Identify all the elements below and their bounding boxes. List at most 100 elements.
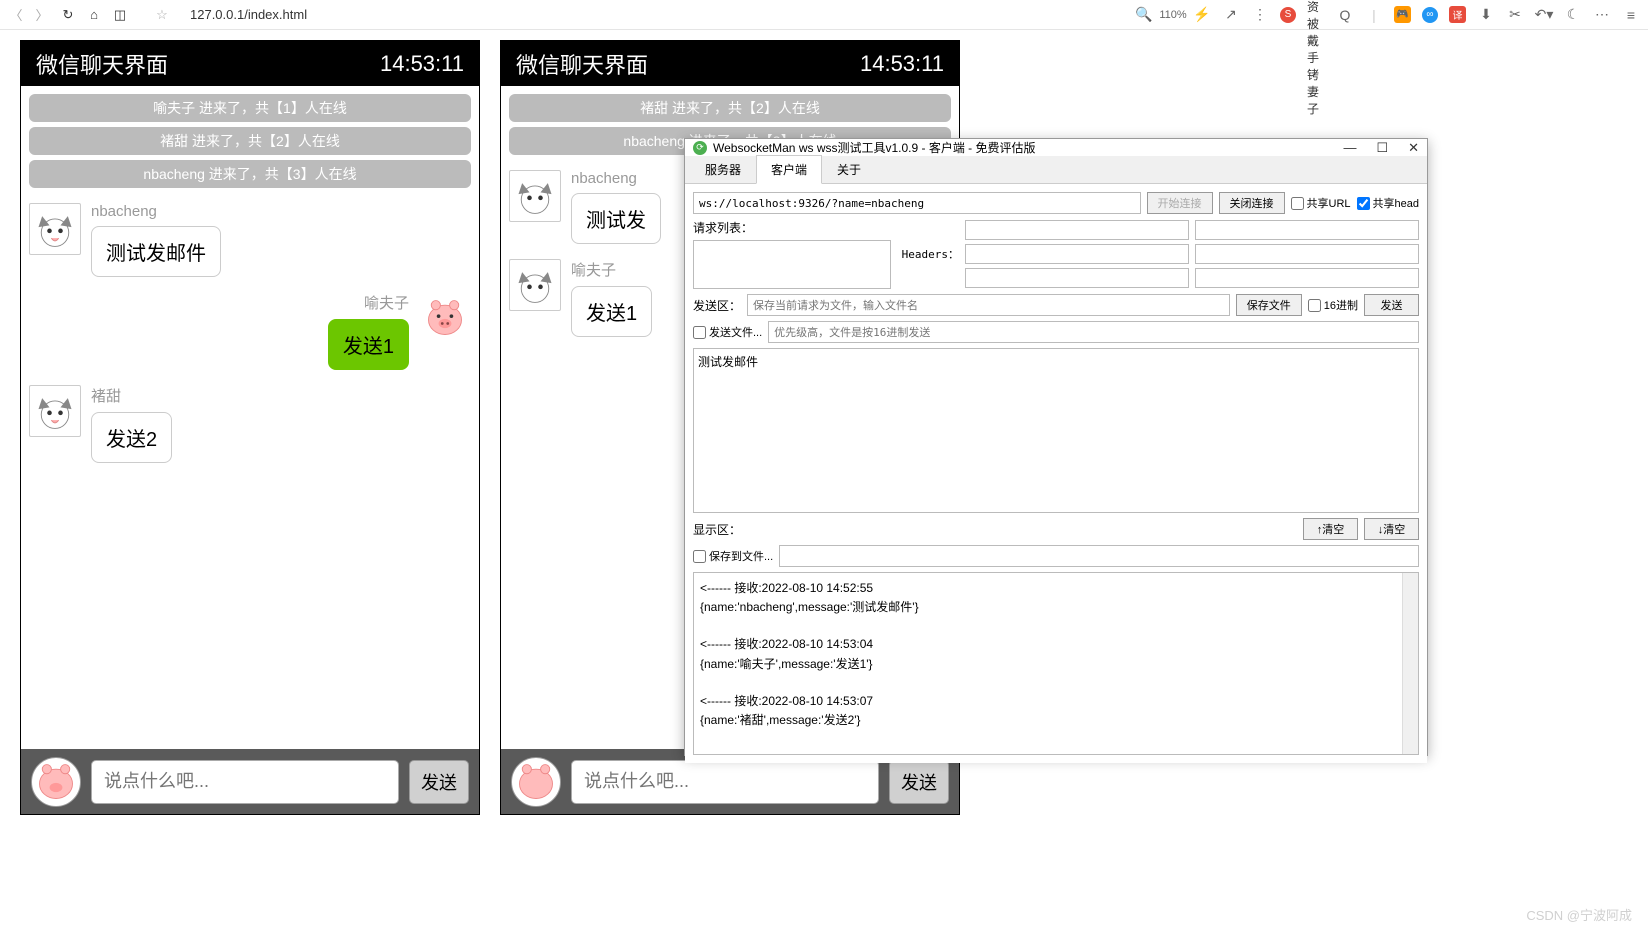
msg-username: nbacheng [91,203,221,220]
join-notice: 褚甜 进来了，共【2】人在线 [509,94,951,122]
zoom-icon[interactable]: 🔍 [1135,6,1153,24]
forward-icon[interactable]: 〉 [34,7,50,23]
avatar-cat [29,203,81,255]
avatar-cat [509,259,561,311]
download-icon[interactable]: ⬇ [1477,6,1495,24]
join-notice: 褚甜 进来了，共【2】人在线 [29,127,471,155]
footer-avatar [31,757,81,807]
ws-app-icon: ⟳ [693,141,707,155]
tab-server[interactable]: 服务器 [690,155,756,184]
avatar-cat [509,170,561,222]
ws-title-text: WebsocketMan ws wss测试工具v1.0.9 - 客户端 - 免费… [713,139,1036,156]
join-notice: 喻夫子 进来了，共【1】人在线 [29,94,471,122]
scrollbar[interactable] [1402,573,1418,754]
save-filename-input[interactable] [747,294,1230,316]
url-bar[interactable]: 127.0.0.1/index.html [190,7,307,22]
btn-start-connect[interactable]: 开始连接 [1147,192,1213,214]
btn-clear-down[interactable]: ↓清空 [1364,518,1419,540]
chat-panel-left: 微信聊天界面 14:53:11 喻夫子 进来了，共【1】人在线 褚甜 进来了，共… [20,40,480,815]
bookmark-icon[interactable]: ☆ [154,7,170,23]
msg-bubble: 测试发邮件 [91,226,221,277]
snip-icon[interactable]: ✂ [1506,6,1524,24]
header-key-2[interactable] [965,244,1189,264]
message-input[interactable] [571,760,879,804]
ws-body: 开始连接 关闭连接 共享URL 共享head 请求列表： Headers： 发送… [685,184,1427,763]
header-key-1[interactable] [965,220,1189,240]
request-list[interactable] [693,240,891,289]
message-row: 喻夫子 发送1 [29,292,471,370]
cb-share-head[interactable]: 共享head [1357,195,1419,211]
message-input[interactable] [91,760,399,804]
chat-body: 喻夫子 进来了，共【1】人在线 褚甜 进来了，共【2】人在线 nbacheng … [21,86,479,749]
chat-time: 14:53:11 [380,51,464,77]
zoom-level: 110% [1164,6,1182,24]
more-v-icon[interactable]: ⋮ [1251,6,1269,24]
game-icon[interactable]: 🎮 [1394,6,1411,23]
news-headline[interactable]: 男子拖欠工资被戴手铐妻子 [1307,6,1325,24]
msg-username: nbacheng [571,170,661,187]
avatar-pig [419,292,471,344]
cb-hex[interactable]: 16进制 [1308,297,1358,313]
infinity-icon[interactable]: ∞ [1422,7,1438,23]
display-zone-label: 显示区： [693,521,741,538]
cb-save-to-file[interactable]: 保存到文件... [693,548,773,564]
send-zone-label: 发送区： [693,297,741,314]
reader-icon[interactable]: ◫ [112,7,128,23]
translate-icon[interactable]: 译 [1449,6,1466,23]
send-button[interactable]: 发送 [409,760,469,804]
msg-bubble: 发送2 [91,412,172,463]
home-icon[interactable]: ⌂ [86,7,102,23]
cb-send-file[interactable]: 发送文件... [693,324,762,340]
join-notice: nbacheng 进来了，共【3】人在线 [29,160,471,188]
cb-share-url[interactable]: 共享URL [1291,195,1351,211]
msg-bubble: 发送1 [328,319,409,370]
btn-send[interactable]: 发送 [1364,294,1419,316]
headers-label: Headers： [899,246,959,262]
hamburger-icon[interactable]: ≡ [1622,6,1640,24]
chat-footer: 发送 [21,749,479,814]
msg-bubble: 发送1 [571,286,652,337]
btn-save-file[interactable]: 保存文件 [1236,294,1302,316]
chat-time: 14:53:11 [860,51,944,77]
header-val-2[interactable] [1195,244,1419,264]
tab-about[interactable]: 关于 [822,155,876,184]
priority-input[interactable] [768,321,1419,343]
send-textarea[interactable]: 测试发邮件 [693,348,1419,513]
avatar-cat [29,385,81,437]
chat-title: 微信聊天界面 [36,48,168,80]
browser-right-tools: 🔍 110% ⚡ ↗ ⋮ S 男子拖欠工资被戴手铐妻子 Q | 🎮 ∞ 译 ⬇ … [1135,6,1640,24]
watermark: CSDN @宁波阿成 [1526,905,1632,924]
reload-icon[interactable]: ↻ [60,7,76,23]
msg-username: 褚甜 [91,385,172,406]
maximize-icon[interactable]: ☐ [1376,140,1388,156]
share-icon[interactable]: ↗ [1222,6,1240,24]
header-key-3[interactable] [965,268,1189,288]
moon-icon[interactable]: ☾ [1564,6,1582,24]
msg-bubble: 测试发 [571,193,661,244]
log-area[interactable]: <------ 接收:2022-08-10 14:52:55{name:'nba… [693,572,1419,755]
back-icon[interactable]: 〈 [8,7,24,23]
btn-clear-up[interactable]: ↑清空 [1303,518,1358,540]
search-icon[interactable]: Q [1336,6,1354,24]
undo-icon[interactable]: ↶▾ [1535,6,1553,24]
minimize-icon[interactable]: — [1343,140,1356,156]
chat-header: 微信聊天界面 14:53:11 [21,41,479,86]
header-val-1[interactable] [1195,220,1419,240]
ws-url-input[interactable] [693,192,1141,214]
send-button[interactable]: 发送 [889,760,949,804]
websocket-window: ⟳ WebsocketMan ws wss测试工具v1.0.9 - 客户端 - … [684,138,1428,756]
ws-titlebar[interactable]: ⟳ WebsocketMan ws wss测试工具v1.0.9 - 客户端 - … [685,139,1427,156]
browser-toolbar: 〈 〉 ↻ ⌂ ◫ ☆ 127.0.0.1/index.html 🔍 110% … [0,0,1648,30]
save-to-file-input[interactable] [779,545,1419,567]
menu-dots-icon[interactable]: ⋯ [1593,6,1611,24]
tab-client[interactable]: 客户端 [756,155,822,184]
header-val-3[interactable] [1195,268,1419,288]
flash-icon[interactable]: ⚡ [1193,6,1211,24]
close-icon[interactable]: ✕ [1408,140,1419,156]
message-row: nbacheng 测试发邮件 [29,203,471,277]
msg-username: 喻夫子 [571,259,652,280]
req-list-label: 请求列表： [693,219,891,236]
sogou-icon[interactable]: S [1280,7,1296,23]
btn-close-connect[interactable]: 关闭连接 [1219,192,1285,214]
ws-tabs: 服务器 客户端 关于 [685,156,1427,184]
